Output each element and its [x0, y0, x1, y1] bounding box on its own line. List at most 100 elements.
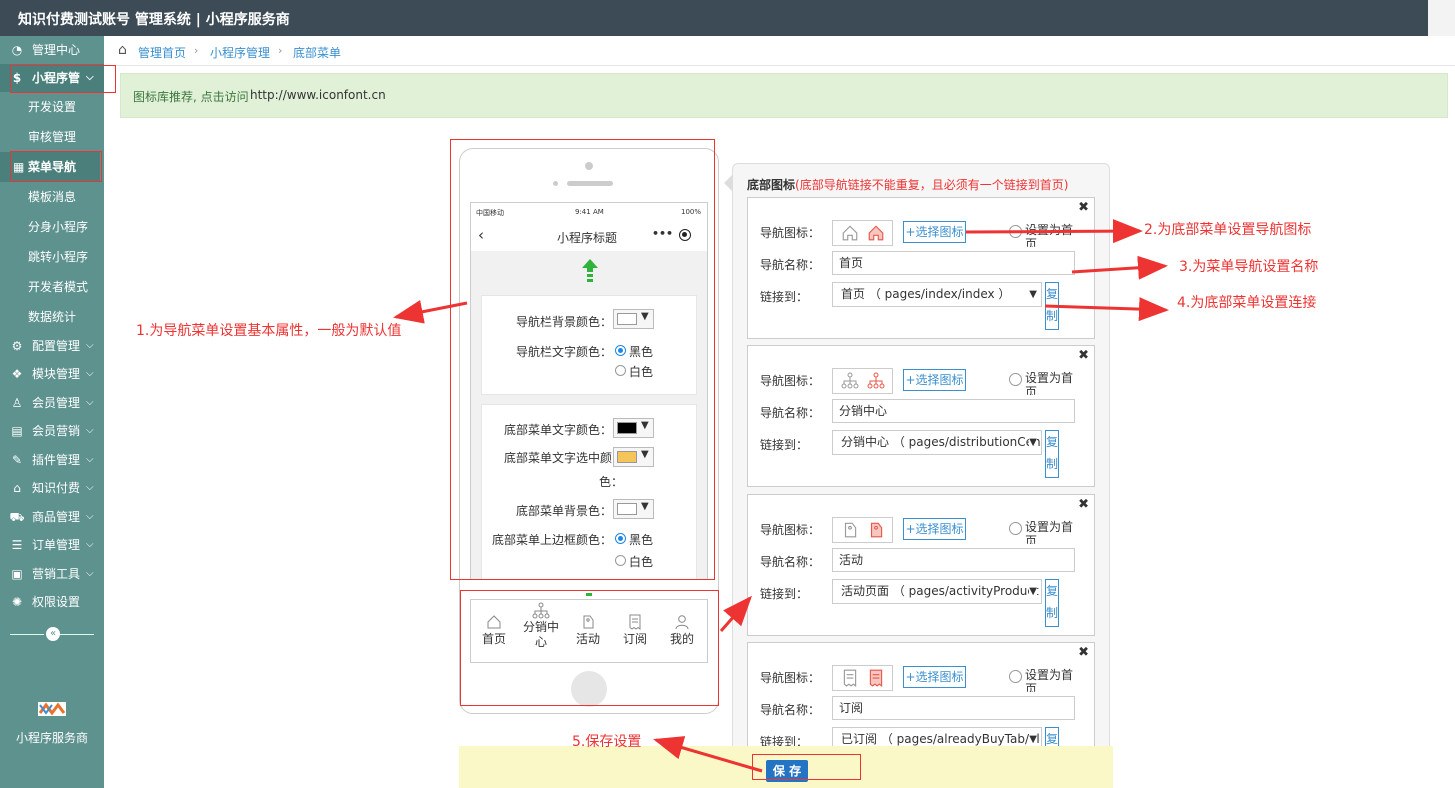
- copy-button[interactable]: 复制: [1045, 579, 1059, 627]
- nav-link-select[interactable]: 活动页面 （ pages/activityProduct ▼: [832, 579, 1042, 604]
- sidebar-item-dashboard[interactable]: ◔ 管理中心: [0, 36, 104, 64]
- tab-border-black-radio[interactable]: [615, 533, 626, 544]
- set-home-radio[interactable]: [1009, 225, 1022, 238]
- sitemap-icon: [841, 372, 859, 389]
- brand-name: 小程序服务商: [15, 731, 88, 745]
- set-home-radio[interactable]: [1009, 670, 1022, 683]
- copy-button[interactable]: 复制: [1045, 727, 1059, 746]
- tab-activity[interactable]: 活动: [565, 614, 611, 647]
- sidebar-sub-developer[interactable]: 开发者模式: [0, 272, 100, 302]
- tab-subscribe[interactable]: 订阅: [612, 614, 658, 647]
- nav-name-input[interactable]: 订阅: [832, 696, 1075, 720]
- sidebar-item-plugins[interactable]: ✎ 插件管理 ⌵: [0, 446, 104, 474]
- tab-mine[interactable]: 我的: [659, 614, 705, 647]
- nav-link-value: 首页 （ pages/index/index ）: [841, 287, 1011, 301]
- nav-name-input[interactable]: 活动: [832, 548, 1075, 572]
- sidebar-sub-jump[interactable]: 跳转小程序: [0, 242, 100, 272]
- nav-link-value: 分销中心 （ pages/distributionCen: [841, 435, 1041, 449]
- set-home-label: 设置为首页: [1025, 668, 1074, 692]
- name-label: 导航名称：: [760, 555, 821, 569]
- chevron-down-icon: ⌵: [86, 368, 94, 379]
- tip-text: 图标库推荐, 点击访问: [133, 90, 249, 104]
- chevron-down-icon: ⌵: [86, 454, 94, 465]
- annotation-1: 1.为导航菜单设置基本属性，一般为默认值: [136, 323, 402, 339]
- sidebar-sub-stats[interactable]: 数据统计: [0, 302, 100, 332]
- tab-label: 我的: [669, 632, 694, 646]
- sidebar-item-marketing-tools[interactable]: ▣ 营销工具 ⌵: [0, 560, 104, 588]
- nav-text-black-label: 黑色: [629, 345, 654, 359]
- nav-name-input[interactable]: 首页: [832, 251, 1075, 275]
- sidebar-item-knowledge[interactable]: ⌂ 知识付费 ⌵: [0, 474, 104, 502]
- name-label: 导航名称：: [760, 258, 821, 272]
- home-selected-icon: [868, 225, 884, 241]
- sidebar-item-members[interactable]: ♙ 会员管理 ⌵: [0, 389, 104, 417]
- panel-caret: [724, 175, 732, 191]
- chevron-down-icon: ⌵: [86, 397, 94, 408]
- close-icon[interactable]: ✖: [1078, 348, 1089, 363]
- close-icon[interactable]: ✖: [1078, 497, 1089, 512]
- dollar-icon: $: [12, 71, 22, 85]
- collapse-sidebar-button[interactable]: «: [46, 627, 60, 641]
- tab-home[interactable]: 首页: [471, 614, 517, 647]
- nav-text-white-radio[interactable]: [615, 365, 626, 376]
- tab-border-white-radio[interactable]: [615, 555, 626, 566]
- sidebar-sub-review[interactable]: 审核管理: [0, 122, 100, 152]
- pick-icon-button[interactable]: +选择图标: [903, 518, 966, 540]
- sidebar-item-miniprogram[interactable]: $ 小程序管 ⌵: [0, 64, 104, 92]
- sidebar-sub-menu-nav[interactable]: ▦ 菜单导航: [0, 152, 100, 182]
- target-icon[interactable]: [679, 229, 691, 241]
- chevron-down-icon: ⌵: [86, 511, 94, 522]
- nav-text-black-radio[interactable]: [615, 345, 626, 356]
- nav-link-select[interactable]: 分销中心 （ pages/distributionCen ▼: [832, 430, 1042, 455]
- nav-link-select[interactable]: 已订阅 （ pages/alreadyBuyTab/al ▼: [832, 727, 1042, 746]
- cogs-icon: ⚙: [11, 339, 23, 353]
- copy-button[interactable]: 复制: [1045, 282, 1059, 330]
- back-icon[interactable]: ‹: [478, 226, 484, 244]
- status-time: 9:41 AM: [575, 208, 604, 216]
- nav-link-select[interactable]: 首页 （ pages/index/index ） ▼: [832, 282, 1042, 307]
- tab-bg-color-picker[interactable]: ▼: [613, 499, 654, 519]
- tab-text-color-label: 底部菜单文字颜色：: [504, 423, 613, 437]
- sidebar-item-config[interactable]: ⚙ 配置管理 ⌵: [0, 332, 104, 360]
- nav-bg-color-picker[interactable]: ▼: [613, 309, 654, 329]
- tag-icon: [583, 615, 594, 629]
- set-home-radio[interactable]: [1009, 522, 1022, 535]
- close-icon[interactable]: ✖: [1078, 645, 1089, 660]
- copy-button[interactable]: 复制: [1045, 430, 1059, 478]
- nav-link-value: 已订阅 （ pages/alreadyBuyTab/al: [841, 732, 1040, 746]
- panel-title: 底部图标(底部导航链接不能重复，且必须有一个链接到首页): [747, 176, 1068, 193]
- phone-sensor: [553, 181, 558, 186]
- receipt-selected-icon: [869, 669, 883, 687]
- nav-name-input[interactable]: 分销中心: [832, 399, 1075, 423]
- close-icon[interactable]: ✖: [1078, 200, 1089, 215]
- home-icon: [842, 225, 858, 241]
- sidebar-sub-clone[interactable]: 分身小程序: [0, 212, 100, 242]
- sidebar-item-modules[interactable]: ❖ 模块管理 ⌵: [0, 360, 104, 388]
- sidebar-item-member-marketing[interactable]: ▤ 会员营销 ⌵: [0, 417, 104, 445]
- sidebar-item-orders[interactable]: ☰ 订单管理 ⌵: [0, 531, 104, 559]
- cart-icon: ⛟: [9, 510, 25, 524]
- icon-preview: [832, 220, 893, 246]
- pick-icon-button[interactable]: +选择图标: [903, 666, 966, 688]
- breadcrumb-home[interactable]: 管理首页: [138, 44, 186, 61]
- pick-icon-button[interactable]: +选择图标: [903, 221, 966, 243]
- breadcrumb-separator: ›: [278, 44, 283, 57]
- sidebar-item-products[interactable]: ⛟ 商品管理 ⌵: [0, 503, 104, 531]
- breadcrumb-miniprogram[interactable]: 小程序管理: [210, 44, 270, 61]
- phone-camera: [585, 162, 593, 170]
- set-home-radio[interactable]: [1009, 373, 1022, 386]
- sidebar-sub-dev-settings[interactable]: 开发设置: [0, 92, 100, 122]
- home-icon: ⌂: [13, 481, 21, 495]
- save-button[interactable]: 保 存: [766, 760, 808, 782]
- sidebar-sub-template-msg[interactable]: 模板消息: [0, 182, 100, 212]
- more-icon[interactable]: •••: [652, 227, 673, 240]
- caret-down-icon: ▼: [641, 311, 649, 322]
- tab-selected-color-picker[interactable]: ▼: [613, 447, 654, 467]
- caret-down-icon: ▼: [1029, 283, 1037, 306]
- tag-icon: [844, 522, 857, 538]
- tab-text-color-picker[interactable]: ▼: [613, 418, 654, 438]
- tab-distribution[interactable]: 分销中心: [518, 602, 564, 650]
- sidebar-item-permissions[interactable]: ✺ 权限设置: [0, 588, 104, 616]
- tip-link[interactable]: http://www.iconfont.cn: [250, 88, 386, 102]
- pick-icon-button[interactable]: +选择图标: [903, 369, 966, 391]
